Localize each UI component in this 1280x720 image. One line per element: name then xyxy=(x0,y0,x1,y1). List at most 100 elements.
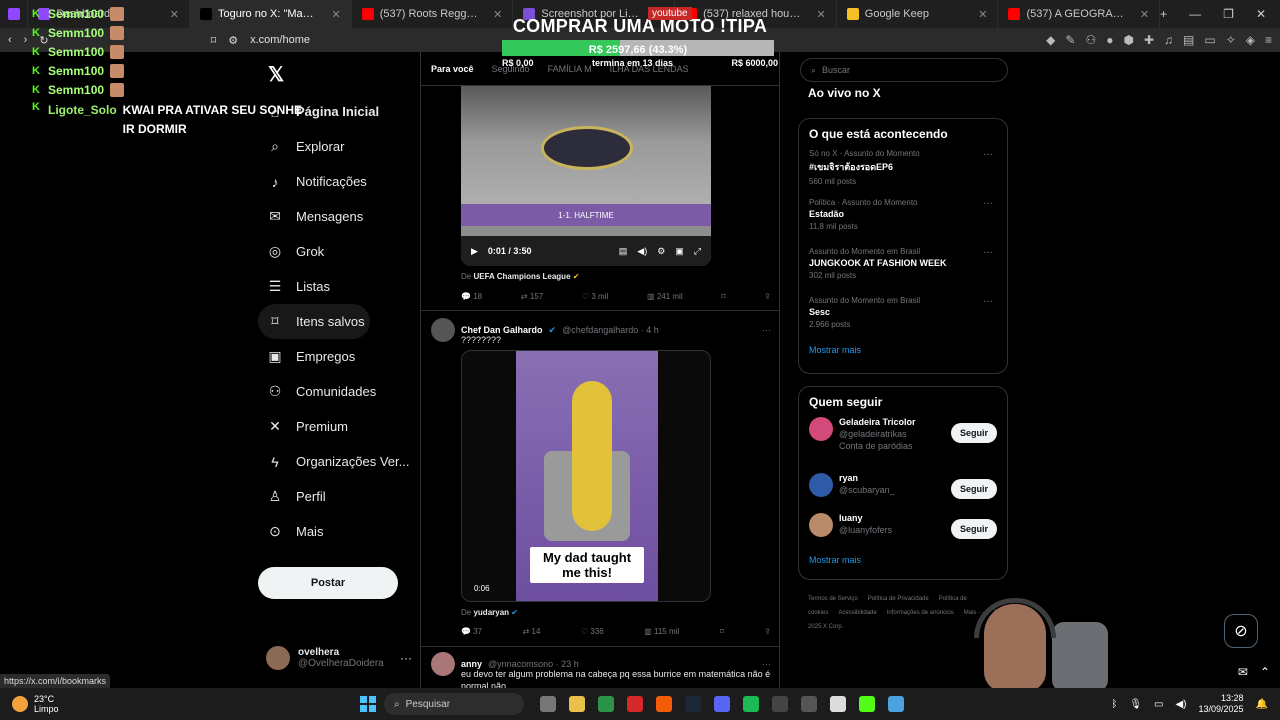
steam-icon[interactable] xyxy=(685,696,701,712)
views-button[interactable]: ▥ 241 mil xyxy=(647,292,683,301)
nav-item-premium[interactable]: ✕ Premium xyxy=(258,409,418,444)
wallet-icon[interactable]: ▭ xyxy=(1204,33,1215,47)
avatar[interactable] xyxy=(431,652,455,676)
browser-tab[interactable]: Google Keep ✕ xyxy=(837,0,999,28)
follow-button[interactable]: Seguir xyxy=(951,479,997,499)
trend-item[interactable]: Assunto do Momento em Brasil JUNGKOOK AT … xyxy=(809,247,997,296)
volume-icon[interactable]: ◀) xyxy=(1175,699,1186,710)
clock[interactable]: 13:28 13/09/2025 xyxy=(1199,693,1244,715)
kick-icon[interactable] xyxy=(859,696,875,712)
taskbar-search[interactable]: ⌕ Pesquisar xyxy=(384,693,524,715)
file-explorer-icon[interactable] xyxy=(569,696,585,712)
follow-button[interactable]: Seguir xyxy=(951,423,997,443)
browser-tab[interactable]: (537) A GEOGRAFIA DE CADA ES... ✕ xyxy=(998,0,1161,28)
trend-item[interactable]: Só no X · Assunto do Momento #เขมจิราต้อง… xyxy=(809,149,997,198)
nav-item-notificações[interactable]: ♪ Notificações xyxy=(258,164,418,199)
more-icon[interactable]: ··· xyxy=(983,149,993,160)
nav-item-mensagens[interactable]: ✉ Mensagens xyxy=(258,199,418,234)
like-button[interactable]: ♡ 3 mil xyxy=(582,292,608,301)
tab-close-icon[interactable]: ✕ xyxy=(817,8,826,21)
menu-icon[interactable]: ≡ xyxy=(1265,33,1272,47)
bookmark-button[interactable]: ⌑ xyxy=(720,627,724,636)
nav-item-grok[interactable]: ◎ Grok xyxy=(258,234,418,269)
footer-link[interactable]: Política de Privacidade xyxy=(868,596,929,602)
trend-item[interactable]: Assunto do Momento em Brasil Sesc 2.966 po… xyxy=(809,296,997,345)
leo-icon[interactable]: ✧ xyxy=(1226,33,1236,47)
tab-close-icon[interactable]: ✕ xyxy=(493,8,502,21)
more-icon[interactable]: ··· xyxy=(983,247,993,258)
extension-icon[interactable]: ✎ xyxy=(1065,33,1075,47)
follow-name[interactable]: luany xyxy=(839,513,892,523)
task-view-icon[interactable] xyxy=(540,696,556,712)
extension-icon[interactable]: ◆ xyxy=(1046,33,1055,47)
follow-name[interactable]: ryan xyxy=(839,473,895,483)
browser-menu-icon[interactable] xyxy=(0,0,29,28)
avatar[interactable] xyxy=(809,473,833,497)
captions-icon[interactable]: ▤ xyxy=(619,246,628,257)
share-button[interactable]: ⇪ xyxy=(764,292,771,301)
close-window-icon[interactable]: ✕ xyxy=(1256,7,1266,21)
extension-icon[interactable]: ⚇ xyxy=(1085,33,1096,47)
search-input[interactable]: ⌕ Buscar xyxy=(800,58,1008,82)
footer-link[interactable]: Informações de anúncios xyxy=(887,610,954,616)
tab-close-icon[interactable]: ✕ xyxy=(1140,8,1149,21)
nav-item-listas[interactable]: ☰ Listas xyxy=(258,269,418,304)
trend-item[interactable]: Política · Assunto do Momento Estadão 11,8… xyxy=(809,198,997,247)
avatar[interactable] xyxy=(809,513,833,537)
back-icon[interactable]: ‹ xyxy=(8,34,12,46)
music-icon[interactable]: ♫ xyxy=(1164,33,1173,47)
source-link[interactable]: yudaryan xyxy=(473,608,509,617)
more-icon[interactable]: ··· xyxy=(400,651,412,665)
sidebar-icon[interactable]: ▤ xyxy=(1183,33,1194,47)
fullscreen-icon[interactable]: ⤢ xyxy=(694,246,701,257)
more-icon[interactable]: ··· xyxy=(983,296,993,307)
views-button[interactable]: ▥ 115 mil xyxy=(644,627,679,636)
extensions-puzzle-icon[interactable]: ✚ xyxy=(1144,33,1154,47)
avatar[interactable] xyxy=(431,318,455,342)
forward-icon[interactable]: › xyxy=(24,34,28,46)
new-tab-icon[interactable]: + xyxy=(1160,7,1167,21)
notepad-icon[interactable] xyxy=(888,696,904,712)
maximize-icon[interactable]: ❐ xyxy=(1223,7,1234,21)
video-player[interactable]: My dad taught me this! 0:06 xyxy=(461,350,711,602)
bluetooth-icon[interactable]: ᛒ xyxy=(1111,699,1117,710)
extension-icon[interactable]: ● xyxy=(1106,33,1113,47)
more-icon[interactable]: ··· xyxy=(983,198,993,209)
nav-item-organizações[interactable]: ϟ Organizações Ver... xyxy=(258,444,418,479)
tab-close-icon[interactable]: ✕ xyxy=(331,8,340,21)
show-more-link[interactable]: Mostrar mais xyxy=(809,555,997,565)
brave-icon[interactable] xyxy=(656,696,672,712)
video-player[interactable]: 1-1. HALFTIME ▶ 0:01 / 3:50 ▤ ◀) ⚙ ▣ ⤢ xyxy=(461,86,711,266)
spotify-icon[interactable] xyxy=(743,696,759,712)
play-icon[interactable]: ▶ xyxy=(471,246,478,257)
chrome-icon[interactable] xyxy=(598,696,614,712)
settings-icon[interactable]: ⚙ xyxy=(657,246,665,257)
retweet-button[interactable]: ⇄ 157 xyxy=(521,292,543,301)
pip-icon[interactable]: ▣ xyxy=(675,246,684,257)
minimize-icon[interactable]: — xyxy=(1189,7,1201,21)
grok-icon[interactable]: ⊘ xyxy=(1224,614,1258,648)
tab-0[interactable]: Para você xyxy=(431,64,474,74)
vpn-icon[interactable]: ◈ xyxy=(1246,33,1255,47)
like-button[interactable]: ♡ 336 xyxy=(581,627,604,636)
extension-icon[interactable]: ⬢ xyxy=(1123,33,1133,47)
browser-tab[interactable]: (537) Roots Reggae (1973) [Unre... ✕ xyxy=(352,0,514,28)
windows-start-icon[interactable] xyxy=(360,696,376,712)
network-icon[interactable]: ▭ xyxy=(1154,699,1163,710)
reply-button[interactable]: 💬 37 xyxy=(461,627,482,636)
footer-link[interactable]: Acessibilidade xyxy=(838,610,876,616)
account-switcher[interactable]: ovelhera @OvelheraDoidera ··· xyxy=(266,646,412,670)
app-icon[interactable] xyxy=(772,696,788,712)
show-more-link[interactable]: Mostrar mais xyxy=(809,345,997,355)
source-link[interactable]: UEFA Champions League xyxy=(473,272,570,281)
notifications-icon[interactable]: 🔔 xyxy=(1256,699,1268,710)
compose-message-icon[interactable]: ✉ xyxy=(1238,665,1248,679)
reply-button[interactable]: 💬 18 xyxy=(461,292,482,301)
opera-icon[interactable] xyxy=(627,696,643,712)
nav-item-perfil[interactable]: ♙ Perfil xyxy=(258,479,418,514)
bookmark-button[interactable]: ⌑ xyxy=(721,292,725,301)
volume-icon[interactable]: ◀) xyxy=(637,246,647,257)
nav-item-mais[interactable]: ⊙ Mais xyxy=(258,514,418,549)
expand-icon[interactable]: ⌃ xyxy=(1260,665,1270,679)
discord-icon[interactable] xyxy=(714,696,730,712)
